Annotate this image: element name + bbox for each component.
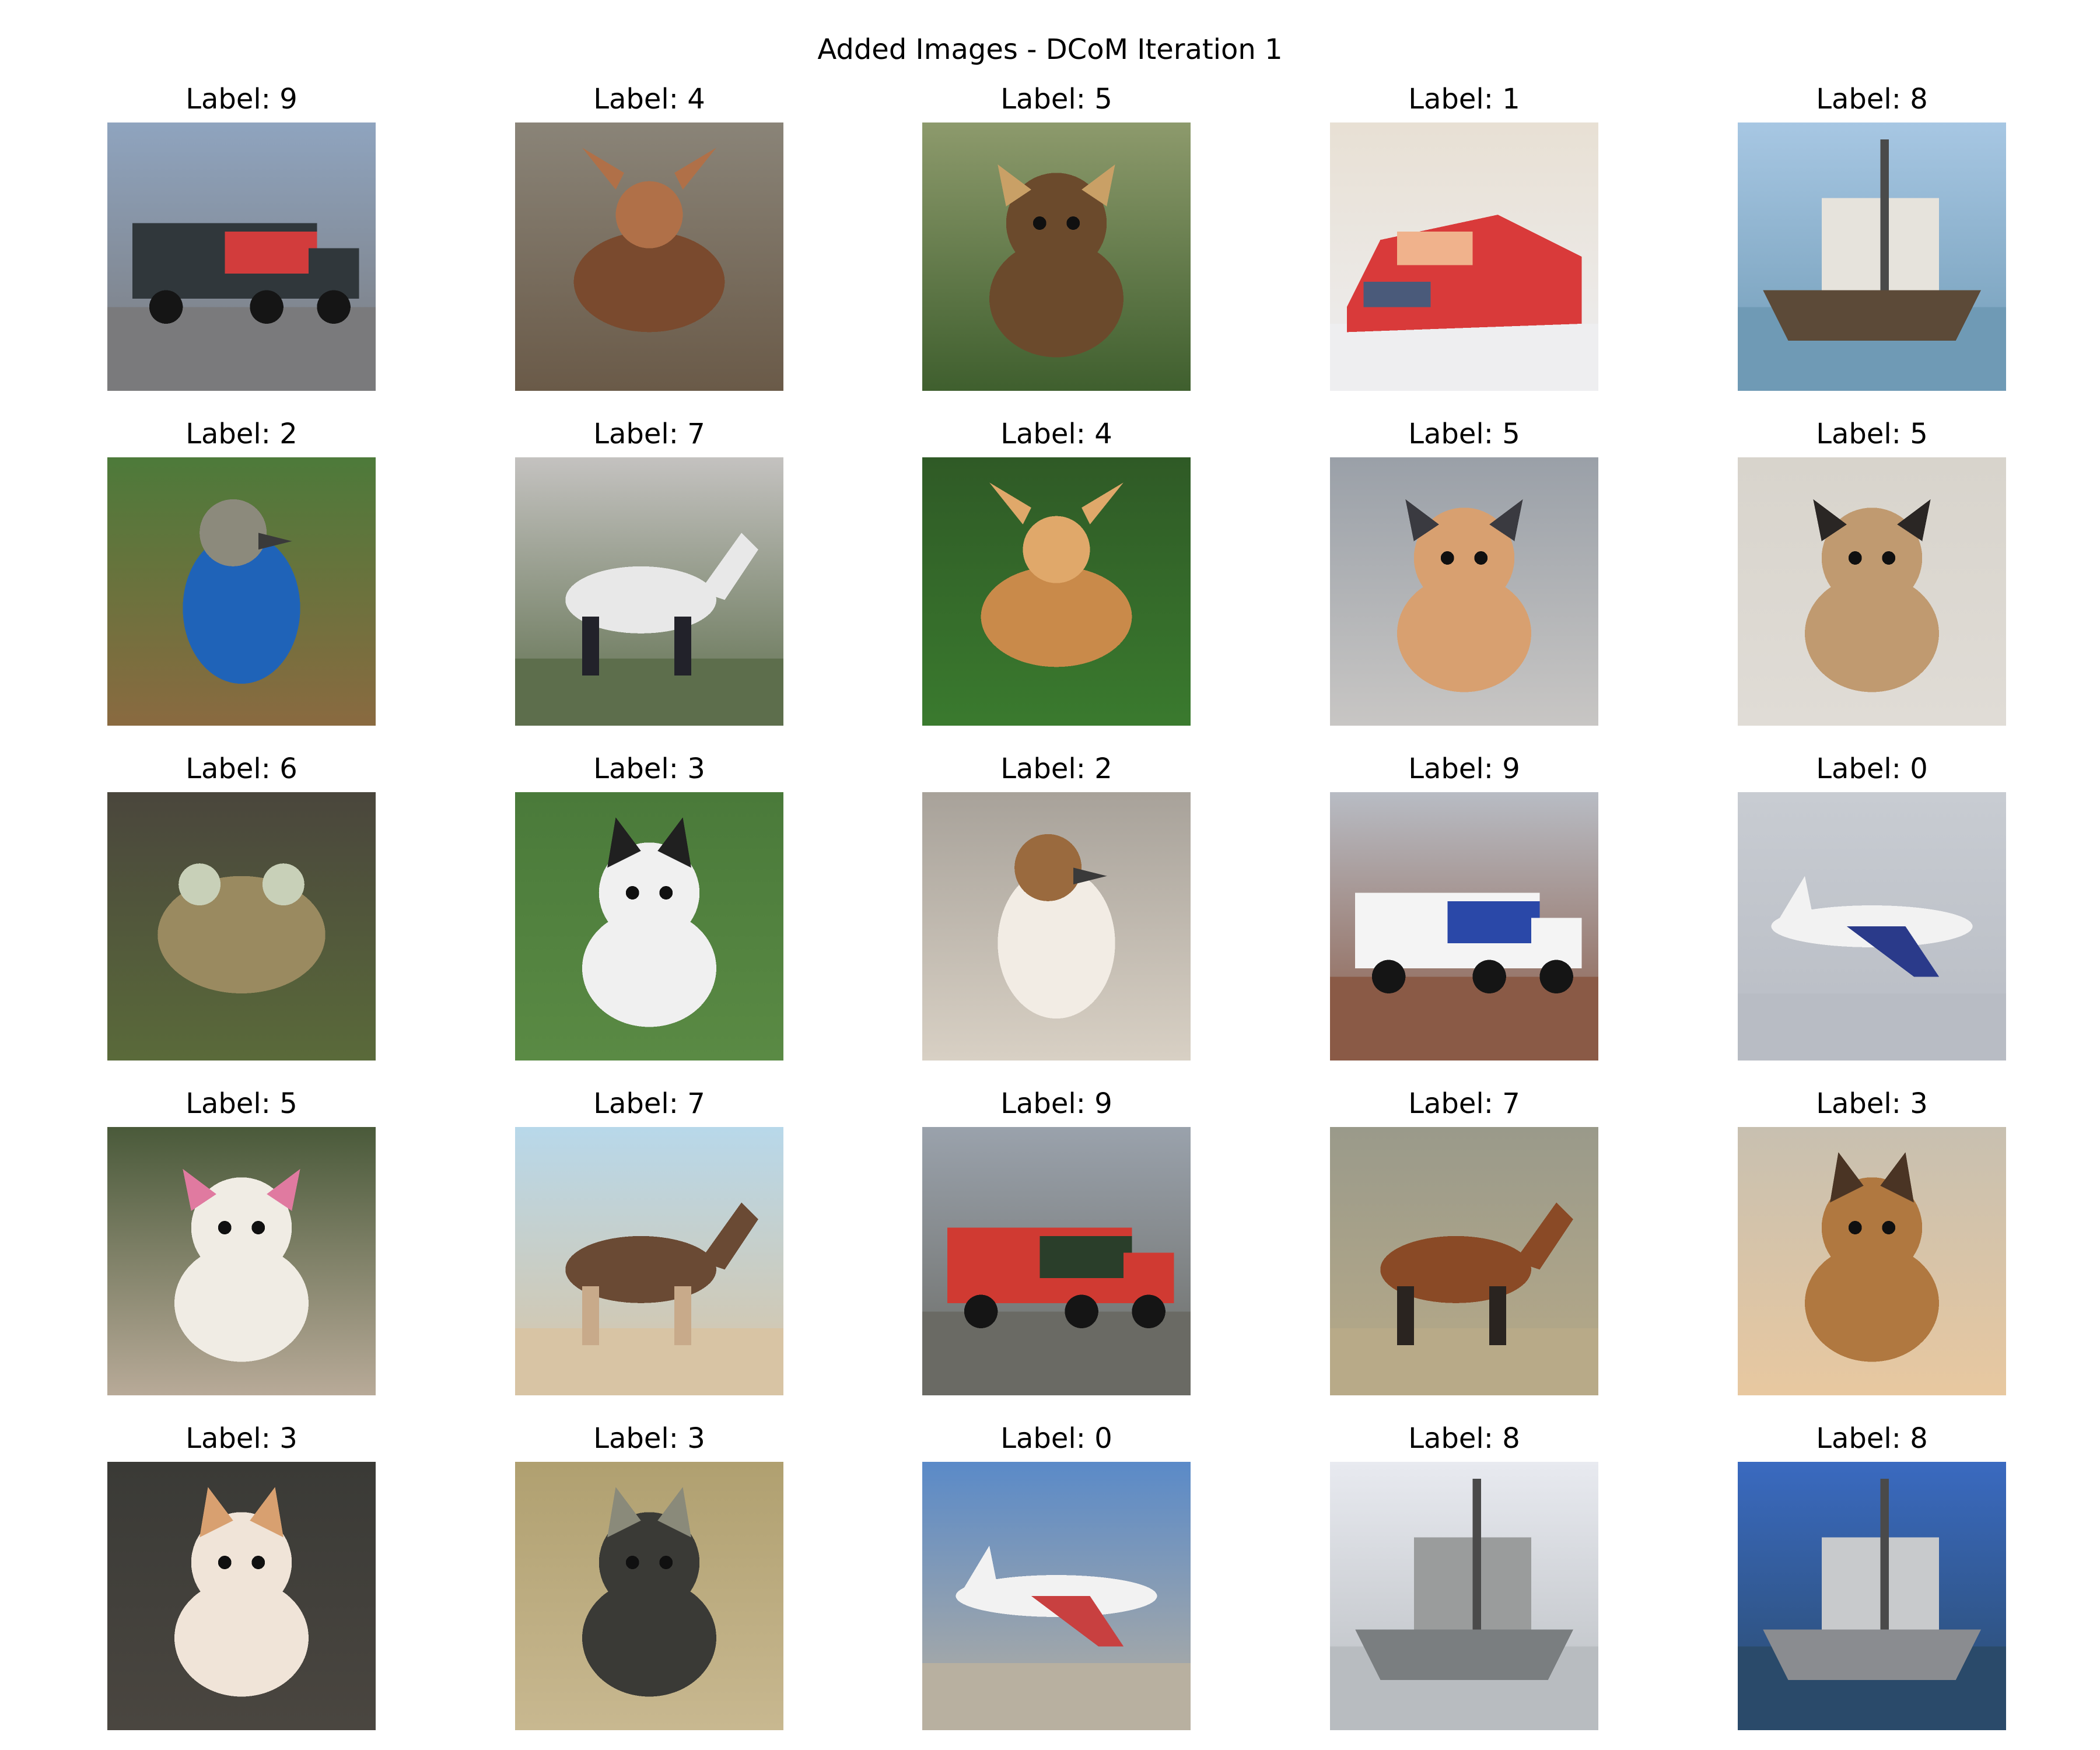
image-label: Label: 6 <box>186 752 298 785</box>
image-cell: Label: 9 <box>922 1086 1191 1395</box>
image-label: Label: 4 <box>1000 418 1112 450</box>
image-label: Label: 5 <box>1000 83 1112 116</box>
image-cell: Label: 5 <box>922 82 1191 391</box>
cat-image <box>515 1462 783 1730</box>
image-cell: Label: 7 <box>515 1086 783 1395</box>
dog-image <box>1330 457 1598 726</box>
horse-image <box>515 457 783 726</box>
car-image <box>1330 123 1598 391</box>
image-label: Label: 8 <box>1816 1422 1928 1455</box>
image-label: Label: 4 <box>593 83 705 116</box>
image-cell: Label: 7 <box>515 416 783 726</box>
image-label: Label: 7 <box>593 1087 705 1120</box>
image-cell: Label: 6 <box>107 751 376 1060</box>
truck-image <box>922 1127 1191 1395</box>
frog-image <box>107 792 376 1060</box>
image-cell: Label: 0 <box>1738 751 2006 1060</box>
deer-image <box>922 457 1191 726</box>
image-cell: Label: 5 <box>1330 416 1598 726</box>
image-cell: Label: 3 <box>107 1421 376 1730</box>
image-cell: Label: 0 <box>922 1421 1191 1730</box>
image-label: Label: 8 <box>1816 83 1928 116</box>
image-label: Label: 3 <box>593 752 705 785</box>
airplane-image <box>1738 792 2006 1060</box>
image-label: Label: 9 <box>1408 752 1520 785</box>
cat-image <box>515 792 783 1060</box>
figure-title: Added Images - DCoM Iteration 1 <box>817 33 1283 66</box>
image-label: Label: 9 <box>1000 1087 1112 1120</box>
image-cell: Label: 3 <box>515 1421 783 1730</box>
image-label: Label: 3 <box>593 1422 705 1455</box>
image-label: Label: 5 <box>1408 418 1520 450</box>
truck-image <box>1330 792 1598 1060</box>
dog-image <box>1738 457 2006 726</box>
image-label: Label: 0 <box>1000 1422 1112 1455</box>
image-cell: Label: 5 <box>1738 416 2006 726</box>
bird-image <box>107 457 376 726</box>
cat-image <box>107 1462 376 1730</box>
image-label: Label: 3 <box>1816 1087 1928 1120</box>
image-label: Label: 7 <box>1408 1087 1520 1120</box>
deer-image <box>515 123 783 391</box>
image-label: Label: 1 <box>1408 83 1520 116</box>
image-cell: Label: 4 <box>515 82 783 391</box>
image-cell: Label: 7 <box>1330 1086 1598 1395</box>
image-cell: Label: 3 <box>1738 1086 2006 1395</box>
dog-image <box>107 1127 376 1395</box>
bird-image <box>922 792 1191 1060</box>
horse-image <box>1330 1127 1598 1395</box>
horse-image <box>515 1127 783 1395</box>
dog-image <box>922 123 1191 391</box>
image-label: Label: 9 <box>186 83 298 116</box>
image-cell: Label: 8 <box>1330 1421 1598 1730</box>
cat-image <box>1738 1127 2006 1395</box>
ship-image <box>1738 1462 2006 1730</box>
image-cell: Label: 8 <box>1738 82 2006 391</box>
image-cell: Label: 3 <box>515 751 783 1060</box>
image-label: Label: 8 <box>1408 1422 1520 1455</box>
image-label: Label: 5 <box>1816 418 1928 450</box>
image-cell: Label: 2 <box>922 751 1191 1060</box>
ship-image <box>1330 1462 1598 1730</box>
image-label: Label: 5 <box>186 1087 298 1120</box>
image-cell: Label: 1 <box>1330 82 1598 391</box>
image-label: Label: 0 <box>1816 752 1928 785</box>
truck-image <box>107 123 376 391</box>
image-cell: Label: 9 <box>1330 751 1598 1060</box>
image-cell: Label: 4 <box>922 416 1191 726</box>
airplane-image <box>922 1462 1191 1730</box>
image-cell: Label: 5 <box>107 1086 376 1395</box>
image-label: Label: 3 <box>186 1422 298 1455</box>
image-label: Label: 2 <box>186 418 298 450</box>
image-cell: Label: 9 <box>107 82 376 391</box>
image-cell: Label: 2 <box>107 416 376 726</box>
image-label: Label: 7 <box>593 418 705 450</box>
image-label: Label: 2 <box>1000 752 1112 785</box>
ship-image <box>1738 123 2006 391</box>
image-cell: Label: 8 <box>1738 1421 2006 1730</box>
